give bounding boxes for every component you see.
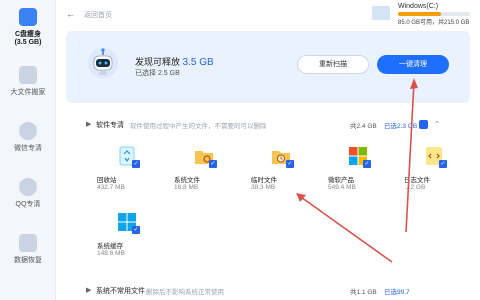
arrow-line-to-temp [297, 194, 393, 263]
arrow-head-clean-icon [410, 78, 418, 89]
annotation-arrows [296, 78, 418, 263]
arrow-head-temp-icon [296, 193, 306, 202]
arrow-line-to-clean [405, 81, 415, 233]
